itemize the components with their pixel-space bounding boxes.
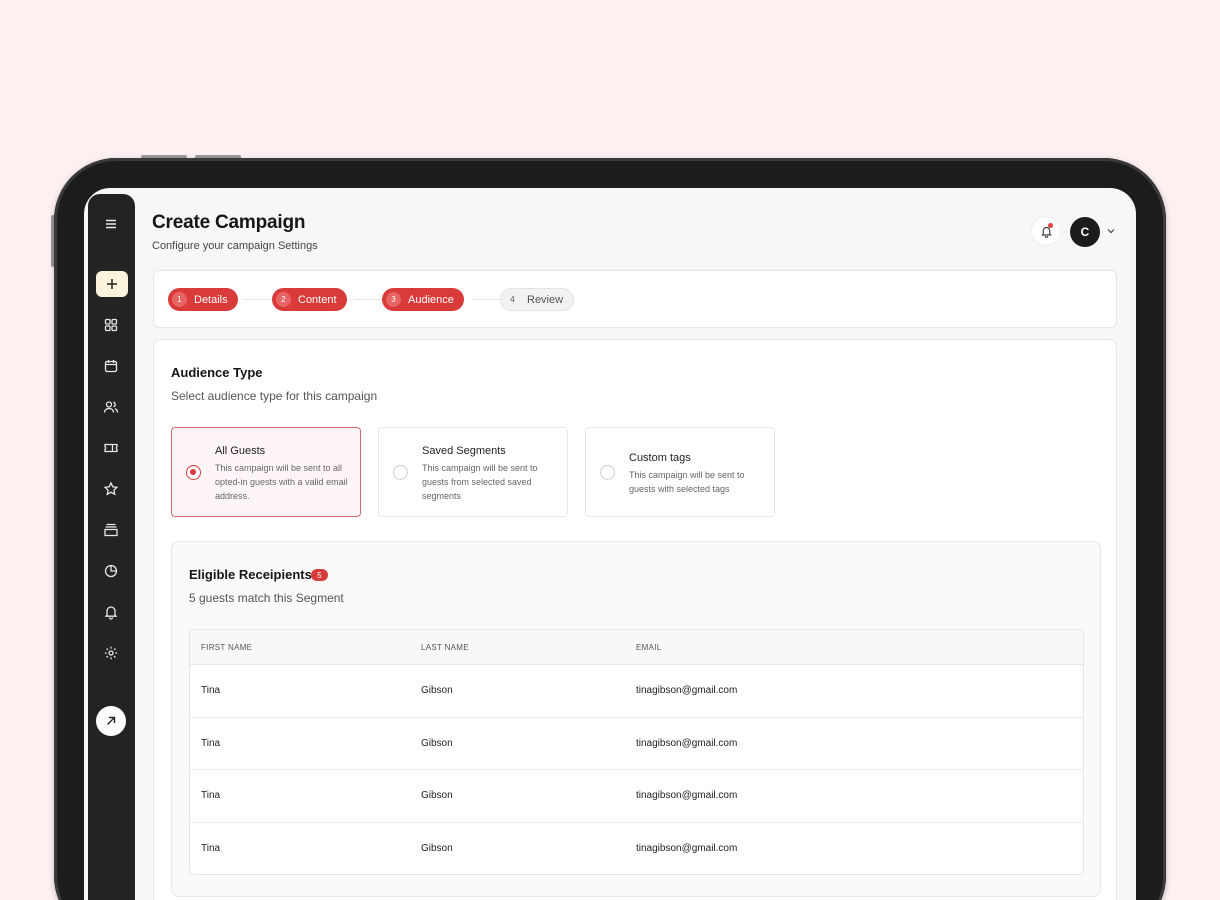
section-title: Audience Type bbox=[171, 365, 263, 380]
option-description: This campaign will be sent to guests wit… bbox=[629, 470, 745, 494]
count-badge: 5 bbox=[311, 569, 328, 581]
external-link-button[interactable] bbox=[96, 706, 126, 736]
radio-unselected[interactable] bbox=[600, 465, 615, 480]
external-link-icon bbox=[107, 716, 116, 725]
step-label: Details bbox=[194, 293, 228, 306]
table-row[interactable]: Tina Gibson tinagibson@gmail.com bbox=[190, 770, 1083, 823]
email-cell: tinagibson@gmail.com bbox=[636, 790, 738, 801]
recipients-table: FIRST NAME LAST NAME EMAIL Tina Gibson t… bbox=[189, 629, 1084, 875]
step-connector bbox=[354, 299, 382, 300]
last-name-cell: Gibson bbox=[421, 737, 453, 749]
gear-icon[interactable] bbox=[96, 638, 126, 668]
first-name-cell: Tina bbox=[201, 685, 221, 696]
step-review[interactable]: 4 Review bbox=[500, 288, 575, 311]
audience-option-all-guests[interactable]: All Guests This campaign will be sent to… bbox=[171, 427, 361, 517]
notifications-button[interactable] bbox=[1032, 217, 1060, 245]
avatar[interactable]: C bbox=[1070, 217, 1100, 247]
radio-selected[interactable] bbox=[186, 465, 201, 480]
email-cell: tinagibson@gmail.com bbox=[636, 737, 738, 749]
table-row[interactable]: Tina Gibson tinagibson@gmail.com bbox=[190, 665, 1083, 718]
option-description: This campaign will be sent to guests fro… bbox=[422, 463, 538, 501]
step-connector bbox=[472, 299, 500, 300]
star-icon[interactable] bbox=[96, 474, 126, 504]
email-cell: tinagibson@gmail.com bbox=[636, 842, 738, 854]
dashboard-icon[interactable] bbox=[96, 310, 126, 340]
recipients-title: Eligible Receipients bbox=[189, 567, 312, 582]
step-number: 1 bbox=[172, 292, 187, 307]
option-title: Custom tags bbox=[629, 452, 691, 464]
step-number: 3 bbox=[386, 292, 401, 307]
add-button[interactable] bbox=[96, 271, 128, 297]
option-description: This campaign will be sent to all opted-… bbox=[215, 463, 348, 501]
step-number: 2 bbox=[276, 292, 291, 307]
radio-unselected[interactable] bbox=[393, 465, 408, 480]
step-label: Content bbox=[298, 293, 337, 306]
page-subtitle: Configure your campaign Settings bbox=[152, 240, 318, 252]
inbox-icon[interactable] bbox=[96, 515, 126, 545]
step-content[interactable]: 2 Content bbox=[272, 288, 347, 311]
option-title: Saved Segments bbox=[422, 445, 506, 457]
table-row[interactable]: Tina Gibson tinagibson@gmail.com bbox=[190, 823, 1083, 875]
step-number: 4 bbox=[510, 295, 515, 304]
recipients-subtitle: 5 guests match this Segment bbox=[189, 591, 344, 605]
last-name-cell: Gibson bbox=[421, 842, 453, 854]
audience-card: Audience Type Select audience type for t… bbox=[153, 339, 1117, 900]
step-label: Audience bbox=[408, 293, 454, 306]
recipients-card: Eligible Receipients 5 5 guests match th… bbox=[171, 541, 1101, 897]
bell-icon[interactable] bbox=[96, 597, 126, 627]
step-audience[interactable]: 3 Audience bbox=[382, 288, 464, 311]
first-name-cell: Tina bbox=[201, 737, 221, 749]
table-row[interactable]: Tina Gibson tinagibson@gmail.com bbox=[190, 718, 1083, 770]
table-header: FIRST NAME LAST NAME EMAIL bbox=[190, 630, 1083, 665]
users-icon[interactable] bbox=[96, 392, 126, 422]
option-title: All Guests bbox=[215, 445, 266, 457]
pie-chart-icon[interactable] bbox=[96, 556, 126, 586]
notification-dot bbox=[1048, 223, 1053, 228]
stepper: 1 Details 2 Content 3 Audience 4 Review bbox=[153, 270, 1117, 328]
column-header-email[interactable]: EMAIL bbox=[636, 643, 662, 652]
first-name-cell: Tina bbox=[201, 790, 221, 801]
last-name-cell: Gibson bbox=[421, 685, 453, 696]
chevron-down-icon[interactable] bbox=[1106, 226, 1116, 236]
step-connector bbox=[244, 299, 272, 300]
sidebar bbox=[88, 194, 135, 900]
audience-option-custom-tags[interactable]: Custom tags This campaign will be sent t… bbox=[585, 427, 775, 517]
section-subtitle: Select audience type for this campaign bbox=[171, 389, 378, 403]
page-header: Create Campaign Configure your campaign … bbox=[152, 212, 318, 252]
plus-icon bbox=[107, 279, 117, 289]
last-name-cell: Gibson bbox=[421, 790, 453, 801]
column-header-last-name[interactable]: LAST NAME bbox=[421, 643, 469, 652]
menu-icon[interactable] bbox=[96, 209, 126, 239]
ticket-icon[interactable] bbox=[96, 433, 126, 463]
column-header-first-name[interactable]: FIRST NAME bbox=[201, 643, 252, 652]
app-screen: Create Campaign Configure your campaign … bbox=[84, 188, 1136, 900]
page-title: Create Campaign bbox=[152, 212, 306, 233]
calendar-icon[interactable] bbox=[96, 351, 126, 381]
step-details[interactable]: 1 Details bbox=[168, 288, 238, 311]
first-name-cell: Tina bbox=[201, 842, 221, 854]
email-cell: tinagibson@gmail.com bbox=[636, 685, 738, 696]
step-label: Review bbox=[527, 293, 564, 306]
audience-option-saved-segments[interactable]: Saved Segments This campaign will be sen… bbox=[378, 427, 568, 517]
